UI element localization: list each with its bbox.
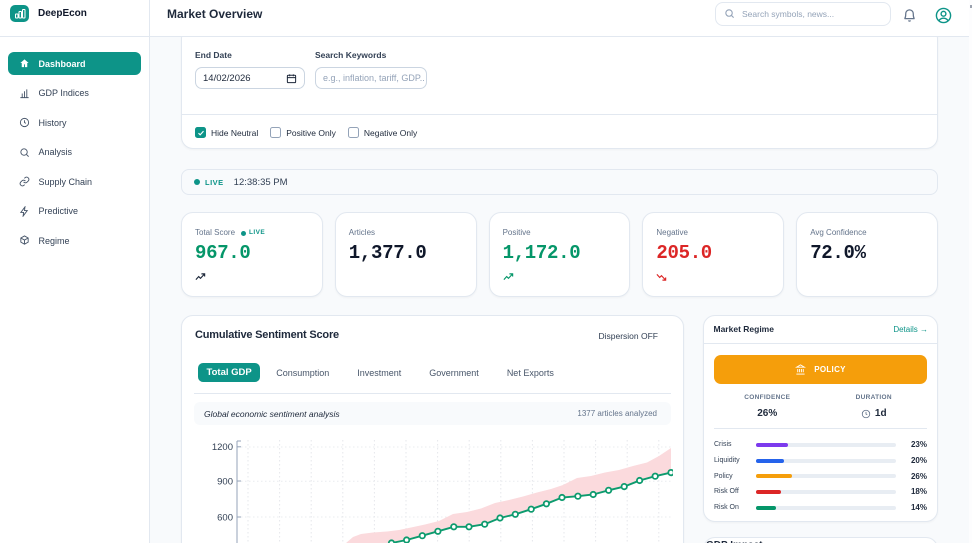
svg-text:900: 900 bbox=[217, 477, 233, 488]
svg-text:600: 600 bbox=[217, 513, 233, 524]
svg-text:1200: 1200 bbox=[212, 442, 233, 453]
